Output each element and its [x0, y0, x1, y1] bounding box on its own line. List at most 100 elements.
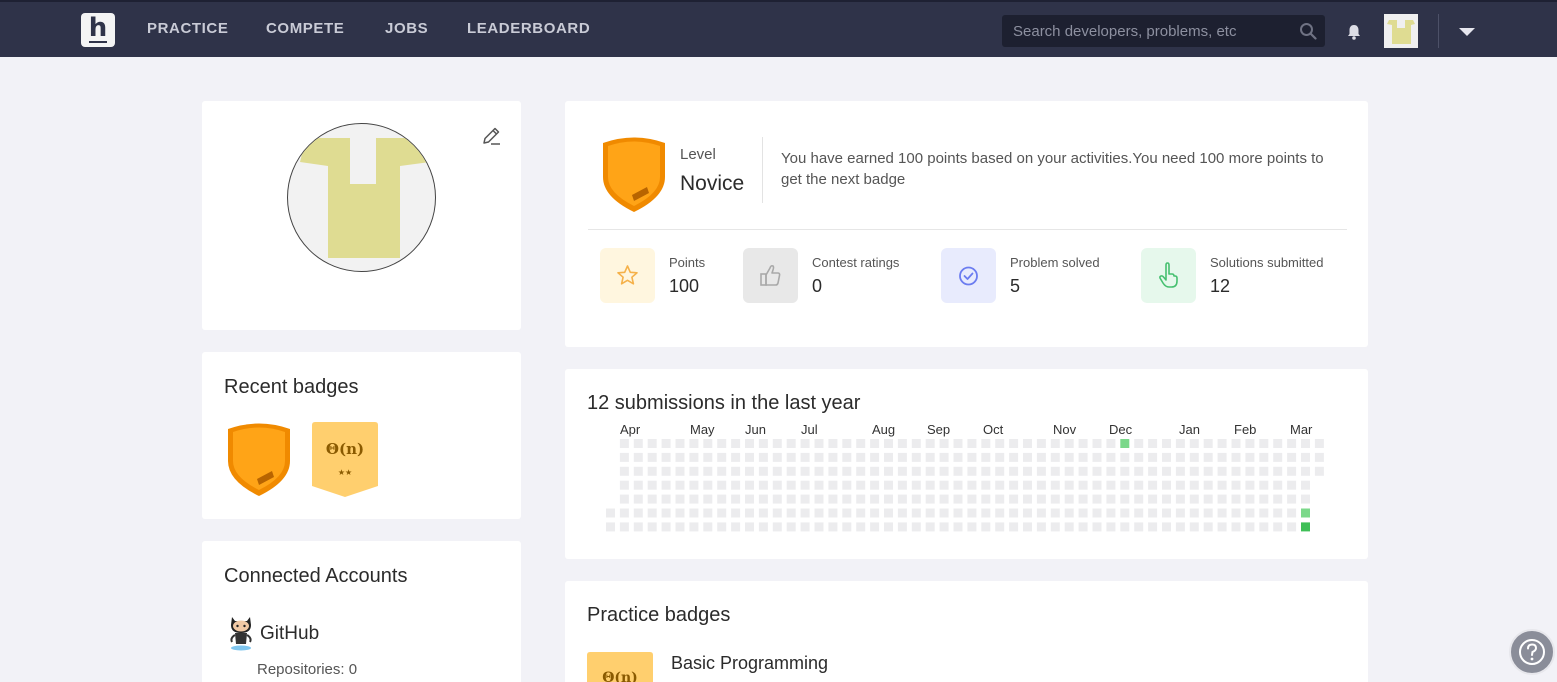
heatmap-cell[interactable]: [633, 494, 643, 504]
heatmap-cell[interactable]: [1273, 466, 1283, 476]
heatmap-cell[interactable]: [1203, 466, 1213, 476]
heatmap-cell[interactable]: [1162, 508, 1171, 518]
heatmap-cell[interactable]: [1036, 494, 1046, 504]
heatmap-cell[interactable]: [967, 508, 977, 518]
heatmap-cell[interactable]: [1078, 439, 1088, 448]
heatmap-cell[interactable]: [1078, 508, 1088, 518]
heatmap-cell[interactable]: [828, 480, 838, 490]
heatmap-cell[interactable]: [1064, 508, 1074, 518]
heatmap-cell[interactable]: [1189, 439, 1199, 448]
heatmap-cell[interactable]: [828, 452, 838, 462]
heatmap-cell[interactable]: [717, 522, 727, 532]
heatmap-cell[interactable]: [856, 466, 866, 476]
chevron-down-icon[interactable]: [1459, 28, 1475, 36]
heatmap-cell[interactable]: [1078, 452, 1088, 462]
heatmap-cell[interactable]: [1050, 522, 1060, 532]
heatmap-cell[interactable]: [1120, 494, 1130, 504]
heatmap-cell[interactable]: [1217, 466, 1227, 476]
heatmap-cell[interactable]: [745, 522, 754, 532]
heatmap-cell[interactable]: [1231, 439, 1241, 448]
heatmap-cell[interactable]: [884, 508, 893, 518]
heatmap-cell[interactable]: [717, 494, 727, 504]
heatmap-cell[interactable]: [1259, 466, 1269, 476]
heatmap-cell[interactable]: [1134, 522, 1144, 532]
heatmap-cell[interactable]: [675, 522, 685, 532]
heatmap-cell[interactable]: [842, 452, 852, 462]
heatmap-cell[interactable]: [689, 522, 699, 532]
heatmap-cell[interactable]: [1231, 480, 1241, 490]
heatmap-cell[interactable]: [1134, 508, 1144, 518]
heatmap-cell[interactable]: [911, 452, 921, 462]
heatmap-cell[interactable]: [995, 466, 1005, 476]
heatmap-cell[interactable]: [647, 439, 657, 448]
heatmap-cell[interactable]: [731, 452, 741, 462]
heatmap-cell[interactable]: [1023, 508, 1032, 518]
heatmap-cell[interactable]: [1301, 466, 1310, 476]
heatmap-cell[interactable]: [703, 522, 713, 532]
heatmap-cell[interactable]: [1064, 452, 1074, 462]
heatmap-cell[interactable]: [1189, 522, 1199, 532]
heatmap-cell[interactable]: [828, 494, 838, 504]
heatmap-cell[interactable]: [619, 480, 629, 490]
heatmap-cell[interactable]: [1175, 466, 1185, 476]
heatmap-cell[interactable]: [1120, 439, 1130, 448]
heatmap-cell[interactable]: [1078, 466, 1088, 476]
heatmap-cell[interactable]: [967, 452, 977, 462]
heatmap-cell[interactable]: [1148, 480, 1158, 490]
heatmap-cell[interactable]: [1023, 439, 1032, 448]
heatmap-cell[interactable]: [953, 494, 963, 504]
heatmap-cell[interactable]: [675, 452, 685, 462]
heatmap-cell[interactable]: [1287, 522, 1297, 532]
heatmap-cell[interactable]: [814, 480, 824, 490]
heatmap-cell[interactable]: [842, 480, 852, 490]
heatmap-cell[interactable]: [1231, 452, 1241, 462]
heatmap-cell[interactable]: [1259, 452, 1269, 462]
heatmap-cell[interactable]: [870, 466, 880, 476]
heatmap-cell[interactable]: [619, 466, 629, 476]
heatmap-cell[interactable]: [870, 494, 880, 504]
heatmap-cell[interactable]: [619, 494, 629, 504]
heatmap-cell[interactable]: [939, 439, 949, 448]
heatmap-cell[interactable]: [633, 522, 643, 532]
heatmap-cell[interactable]: [995, 439, 1005, 448]
heatmap-cell[interactable]: [1231, 466, 1241, 476]
heatmap-cell[interactable]: [1148, 452, 1158, 462]
heatmap-cell[interactable]: [939, 452, 949, 462]
heatmap-cell[interactable]: [814, 494, 824, 504]
heatmap-cell[interactable]: [856, 452, 866, 462]
heatmap-cell[interactable]: [689, 452, 699, 462]
nav-leaderboard[interactable]: LEADERBOARD: [467, 20, 590, 37]
heatmap-cell[interactable]: [647, 494, 657, 504]
heatmap-cell[interactable]: [981, 439, 991, 448]
heatmap-cell[interactable]: [1162, 439, 1171, 448]
heatmap-cell[interactable]: [745, 508, 754, 518]
heatmap-cell[interactable]: [1217, 508, 1227, 518]
heatmap-cell[interactable]: [1036, 439, 1046, 448]
heatmap-cell[interactable]: [1231, 494, 1241, 504]
heatmap-cell[interactable]: [1301, 452, 1310, 462]
heatmap-cell[interactable]: [647, 522, 657, 532]
heatmap-cell[interactable]: [717, 439, 727, 448]
heatmap-cell[interactable]: [1023, 452, 1032, 462]
heatmap-cell[interactable]: [870, 452, 880, 462]
heatmap-cell[interactable]: [1092, 522, 1102, 532]
heatmap-cell[interactable]: [967, 494, 977, 504]
heatmap-cell[interactable]: [1162, 494, 1171, 504]
heatmap-cell[interactable]: [870, 522, 880, 532]
heatmap-cell[interactable]: [911, 494, 921, 504]
heatmap-cell[interactable]: [1078, 522, 1088, 532]
heatmap-cell[interactable]: [800, 452, 810, 462]
heatmap-cell[interactable]: [897, 522, 907, 532]
heatmap-cell[interactable]: [1050, 494, 1060, 504]
heatmap-cell[interactable]: [1162, 466, 1171, 476]
heatmap-cell[interactable]: [1301, 508, 1310, 518]
heatmap-cell[interactable]: [1287, 439, 1297, 448]
heatmap-cell[interactable]: [800, 466, 810, 476]
heatmap-cell[interactable]: [1259, 480, 1269, 490]
heatmap-cell[interactable]: [939, 466, 949, 476]
heatmap-cell[interactable]: [731, 480, 741, 490]
heatmap-cell[interactable]: [870, 508, 880, 518]
heatmap-cell[interactable]: [884, 466, 893, 476]
heatmap-cell[interactable]: [675, 439, 685, 448]
heatmap-cell[interactable]: [897, 480, 907, 490]
